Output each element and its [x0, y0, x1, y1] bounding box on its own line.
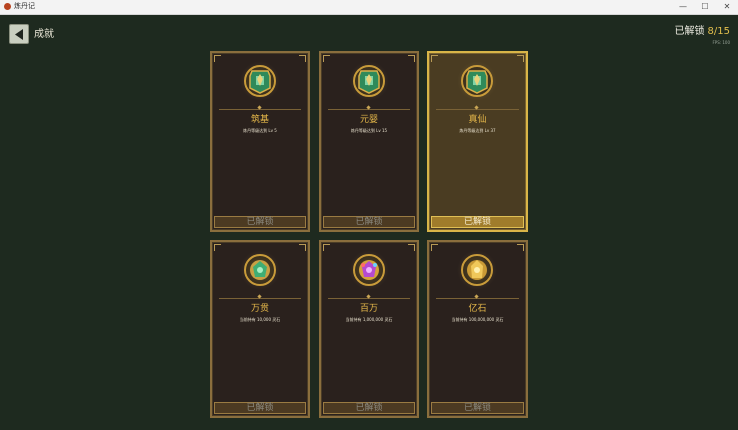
achievement-name: 亿石 — [468, 304, 487, 314]
achievement-card[interactable]: 筑基 炼丹等级达到 Lv 5 已解锁 — [210, 51, 310, 232]
achievement-desc: 炼丹等级达到 Lv 5 — [243, 128, 277, 133]
card-divider — [219, 109, 301, 110]
medal-jade-icon — [240, 61, 280, 101]
achievement-desc: 当前持有 1,000,000 灵石 — [345, 317, 393, 322]
page-title: 成就 — [34, 29, 54, 40]
app-icon — [4, 3, 11, 10]
medal-purple-gem-icon — [349, 250, 389, 290]
card-corner — [214, 55, 221, 62]
achievement-name: 百万 — [359, 304, 378, 314]
back-button[interactable] — [9, 24, 29, 44]
achievement-name: 元婴 — [359, 115, 378, 125]
window-title: 炼丹记 — [14, 2, 35, 10]
card-divider — [219, 298, 301, 299]
fps-counter: FPS: 100 — [712, 40, 730, 45]
medal-jade-icon — [349, 61, 389, 101]
card-divider — [328, 298, 410, 299]
card-corner — [323, 244, 330, 251]
card-corner — [408, 55, 415, 62]
card-corner — [517, 244, 524, 251]
achievement-desc: 当前持有 10,000 灵石 — [239, 317, 281, 322]
achievement-desc: 当前持有 100,000,000 灵石 — [451, 317, 504, 322]
achievement-name: 万贯 — [250, 304, 269, 314]
unlock-status-bar: 已解锁 — [214, 402, 306, 414]
unlock-status-bar: 已解锁 — [431, 216, 524, 228]
medal-jade-icon — [457, 61, 497, 101]
card-corner — [299, 55, 306, 62]
achievement-card[interactable]: 亿石 当前持有 100,000,000 灵石 已解锁 — [427, 240, 528, 418]
achievement-desc: 炼丹等级达到 Lv 15 — [350, 128, 388, 133]
card-corner — [214, 244, 221, 251]
card-corner — [408, 244, 415, 251]
achievement-name: 真仙 — [468, 115, 487, 125]
achievement-name: 筑基 — [250, 115, 269, 125]
card-divider — [436, 298, 519, 299]
card-divider — [436, 109, 519, 110]
card-corner — [517, 55, 524, 62]
medal-jade-gem-icon — [240, 250, 280, 290]
achievement-card-selected[interactable]: 真仙 炼丹等级达到 Lv 37 已解锁 — [427, 51, 528, 232]
medal-gold-gem-icon — [457, 250, 497, 290]
unlock-status-bar: 已解锁 — [323, 402, 415, 414]
maximize-button[interactable]: ☐ — [694, 0, 716, 14]
unlock-status: 已解锁 8/15 — [675, 25, 730, 38]
card-corner — [323, 55, 330, 62]
title-bar: 炼丹记 — ☐ ✕ — [0, 0, 738, 15]
card-corner — [299, 244, 306, 251]
unlocked-count: 8/15 — [707, 26, 730, 37]
unlock-status-bar: 已解锁 — [431, 402, 524, 414]
achievement-card[interactable]: 万贯 当前持有 10,000 灵石 已解锁 — [210, 240, 310, 418]
minimize-button[interactable]: — — [672, 0, 694, 14]
unlock-status-bar: 已解锁 — [214, 216, 306, 228]
achievement-card[interactable]: 百万 当前持有 1,000,000 灵石 已解锁 — [319, 240, 419, 418]
close-button[interactable]: ✕ — [716, 0, 738, 14]
unlock-status-bar: 已解锁 — [323, 216, 415, 228]
card-corner — [431, 244, 438, 251]
back-arrow-icon — [15, 29, 23, 40]
achievement-card[interactable]: 元婴 炼丹等级达到 Lv 15 已解锁 — [319, 51, 419, 232]
card-corner — [431, 55, 438, 62]
card-divider — [328, 109, 410, 110]
achievement-desc: 炼丹等级达到 Lv 37 — [459, 128, 496, 133]
unlocked-label: 已解锁 — [674, 26, 705, 37]
